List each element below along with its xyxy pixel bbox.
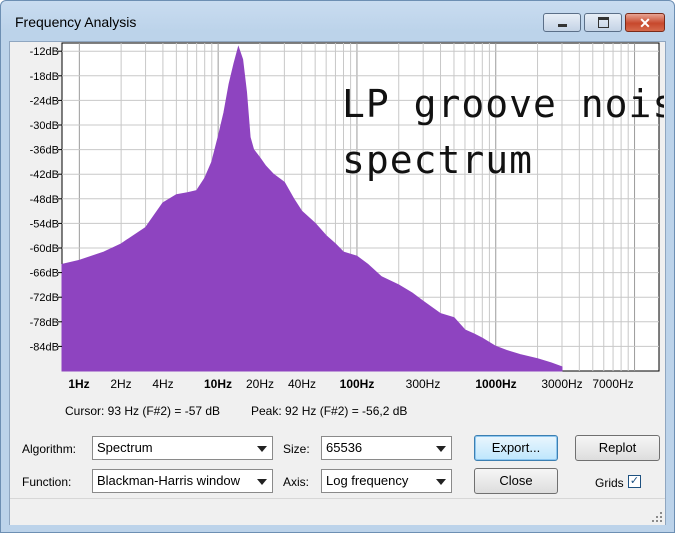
minimize-icon [557,24,567,27]
x-tick-label: 100Hz [339,377,375,391]
y-tick-label: -60dB [30,243,59,255]
y-tick-label: -12dB [30,46,59,58]
y-tick-label: -36dB [30,145,59,157]
x-tick-label: 1000Hz [475,377,517,391]
x-tick-label: 7000Hz [592,377,634,391]
axis-label: Axis: [283,475,310,489]
export-button[interactable]: Export... [474,435,558,461]
minimize-button[interactable] [543,13,581,32]
maximize-button[interactable] [584,13,622,32]
maximize-icon [597,17,609,28]
grids-label: Grids [595,476,624,490]
y-tick-label: -54dB [30,218,59,230]
size-select[interactable]: 65536 [321,436,452,460]
axis-value: Log frequency [326,473,409,488]
y-tick-label: -18dB [30,71,59,83]
close-icon: ✕ [639,14,651,31]
x-tick-label: 4Hz [152,377,174,391]
annotation-text: LP groove noise [342,82,664,126]
close-window-button[interactable]: ✕ [625,13,665,32]
x-tick-label: 2Hz [110,377,132,391]
x-tick-label: 3000Hz [541,377,583,391]
function-select[interactable]: Blackman-Harris window [92,469,273,493]
x-tick-label: 40Hz [287,377,317,391]
resize-grip-icon[interactable] [652,512,662,522]
x-tick-label: 300Hz [405,377,441,391]
x-tick-label: 20Hz [245,377,275,391]
y-tick-label: -30dB [30,120,59,132]
algorithm-value: Spectrum [97,440,153,455]
x-tick-label: 10Hz [203,377,233,391]
chevron-down-icon [257,446,267,452]
algorithm-label: Algorithm: [22,442,77,456]
function-value: Blackman-Harris window [97,473,241,488]
x-tick-label: 1Hz [68,377,90,391]
y-tick-label: -24dB [30,95,59,107]
cursor-readout: Cursor: 93 Hz (F#2) = -57 dB [65,404,221,418]
chevron-down-icon [436,446,446,452]
spectrum-plot[interactable]: -12dB -18dB -24dB -30dB -36dB -42dB -48dB -54dB… [13,42,664,372]
chevron-down-icon [257,479,267,485]
dialog-client-area: -12dB -18dB -24dB -30dB -36dB -42dB -48dB -54dB… [9,41,666,525]
y-tick-label: -78dB [30,317,59,329]
size-label: Size: [283,442,310,456]
chevron-down-icon [436,479,446,485]
y-tick-label: -66dB [30,268,59,280]
close-button[interactable]: Close [474,468,558,494]
axis-select[interactable]: Log frequency [321,469,452,493]
status-bar [10,498,665,525]
title-bar[interactable]: Frequency Analysis ✕ [1,1,674,41]
algorithm-select[interactable]: Spectrum [92,436,273,460]
grids-checkbox[interactable]: ✓ [628,475,641,488]
peak-readout: Peak: 92 Hz (F#2) = -56,2 dB [251,404,408,418]
size-value: 65536 [326,440,363,455]
y-tick-label: -84dB [30,341,59,353]
y-tick-label: -72dB [30,292,59,304]
checkmark-icon: ✓ [629,475,640,487]
y-tick-label: -48dB [30,194,59,206]
window-title: Frequency Analysis [15,14,137,30]
function-label: Function: [22,475,72,489]
y-tick-label: -42dB [30,169,59,181]
replot-button[interactable]: Replot [575,435,660,461]
annotation-text: spectrum [342,138,533,182]
frequency-analysis-window: Frequency Analysis ✕ -12dB -18dB -24dB -30d… [0,0,675,533]
